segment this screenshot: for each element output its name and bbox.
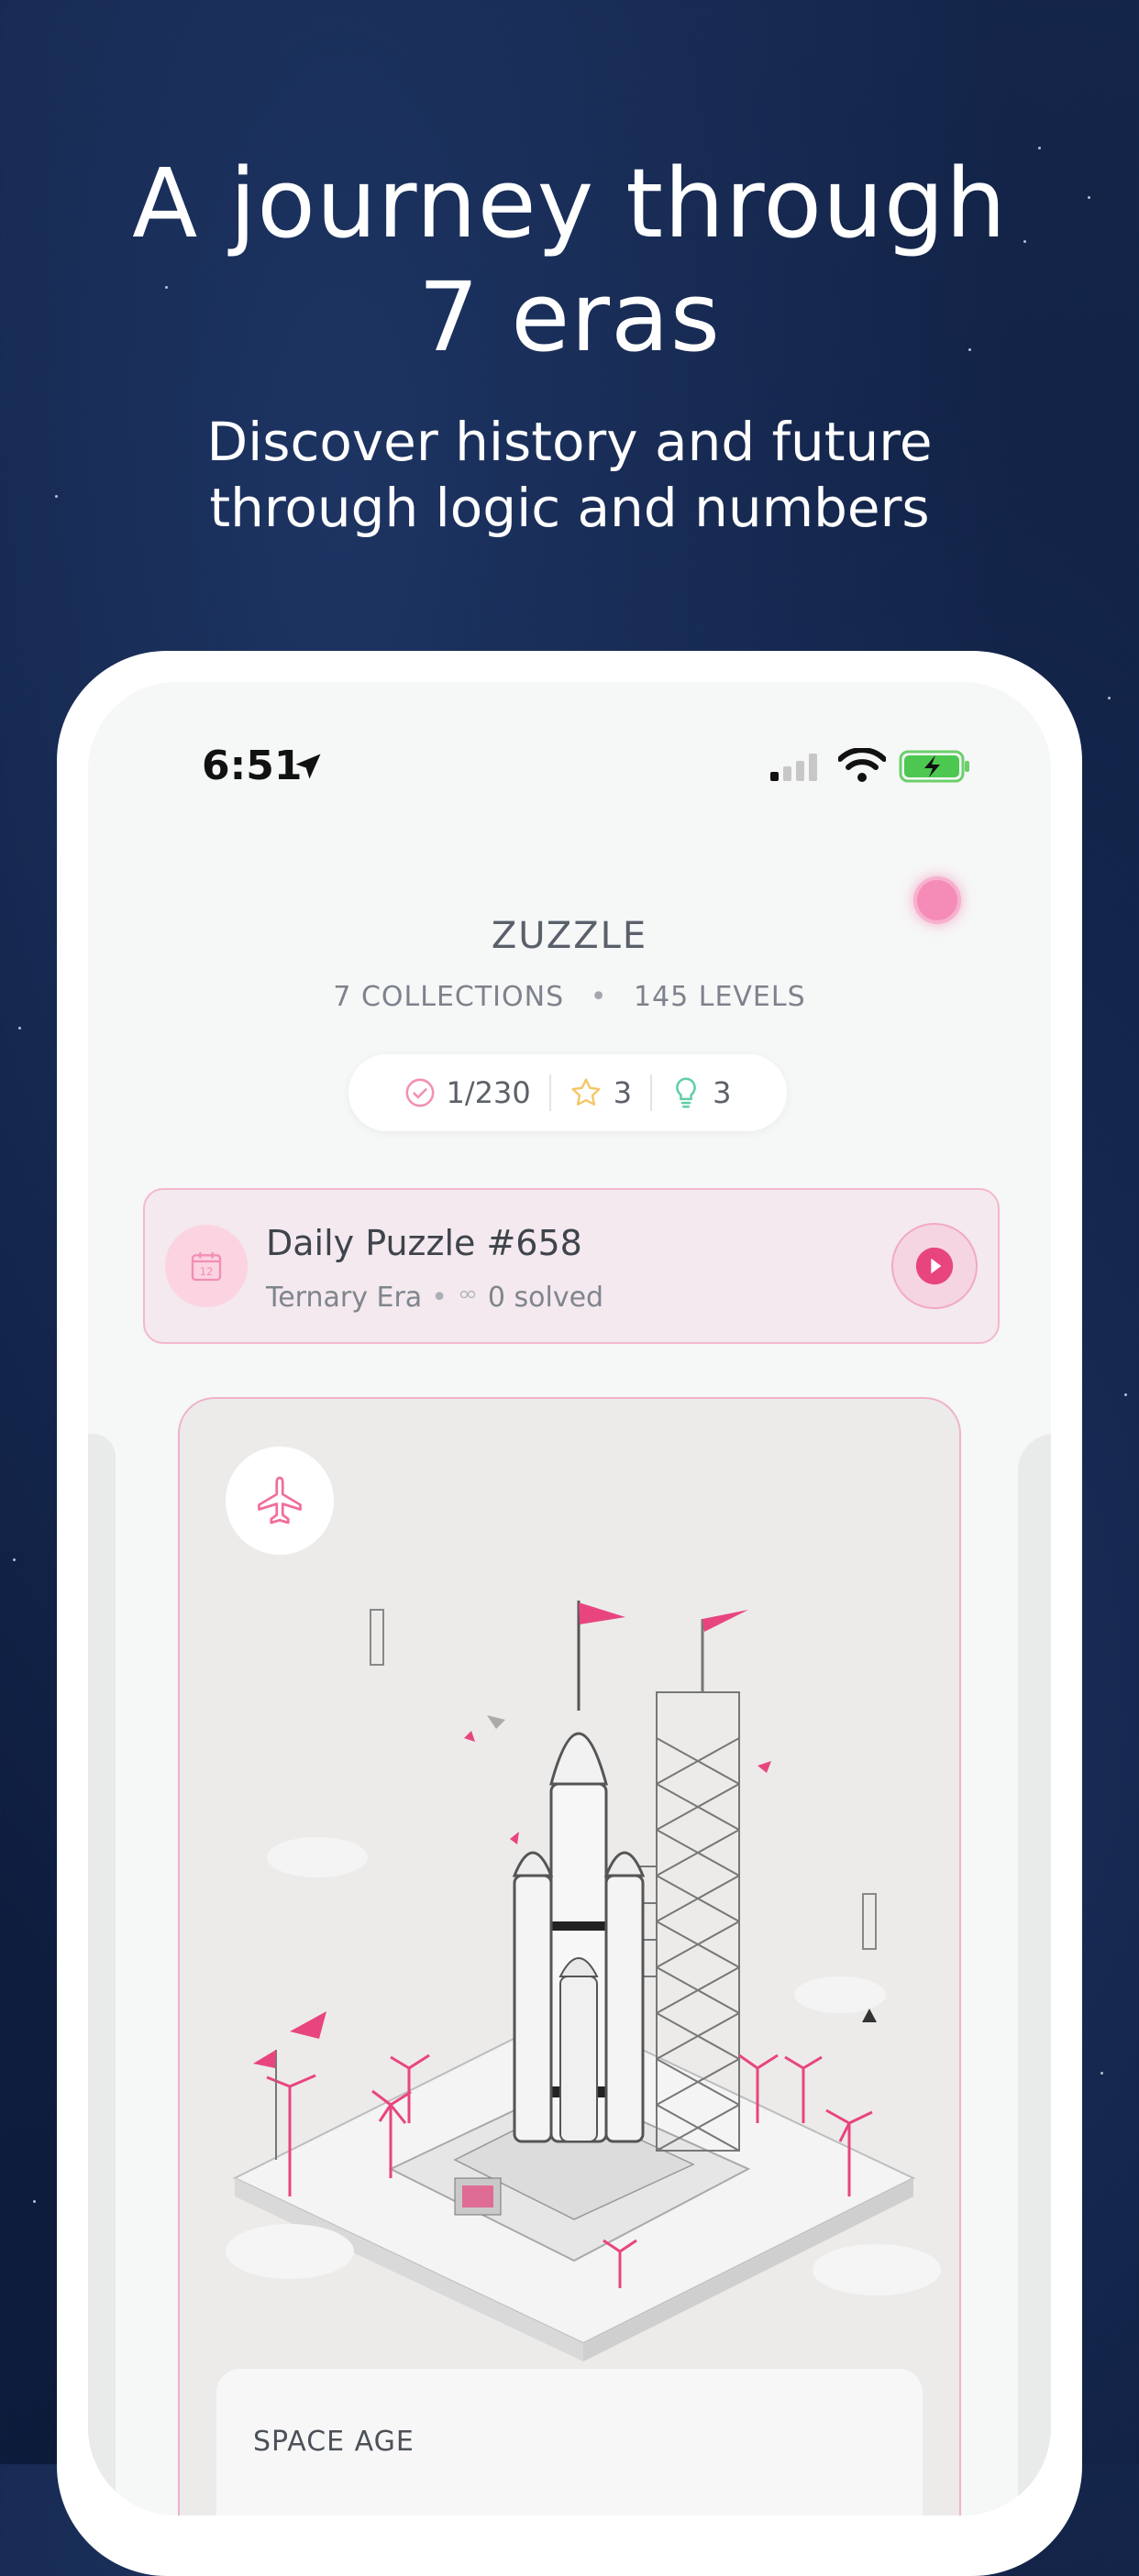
check-circle-icon: [405, 1078, 434, 1107]
collections-count: 7 COLLECTIONS: [333, 981, 565, 1013]
headline: A journey through 7 eras: [0, 147, 1139, 374]
rocket-launch-illustration: [226, 1601, 941, 2361]
cellular-signal-icon: [770, 754, 817, 781]
daily-puzzle-subtitle: Ternary Era • 0 solved: [266, 1282, 603, 1314]
headline-line-2: 7 eras: [418, 261, 721, 373]
lightbulb-icon: [676, 1077, 696, 1108]
hints-value: 3: [713, 1075, 732, 1110]
era-info-panel: SPACE AGE: [216, 2369, 923, 2515]
headline-line-1: A journey through: [132, 148, 1007, 259]
progress-value: 1/230: [446, 1075, 531, 1110]
hints-stat: 3: [652, 1075, 749, 1110]
daily-puzzle-era: Ternary Era: [266, 1282, 423, 1314]
subheadline-line-2: through logic and numbers: [209, 477, 930, 539]
levels-count: 145 LEVELS: [633, 981, 806, 1013]
subheadline-line-1: Discover history and future: [206, 411, 933, 473]
stars-value: 3: [613, 1075, 633, 1110]
calendar-day: 12: [200, 1265, 214, 1278]
app-meta: 7 COLLECTIONS • 145 LEVELS: [88, 981, 1051, 1013]
stars-stat: 3: [551, 1075, 650, 1110]
app-title: ZUZZLE: [491, 915, 648, 957]
era-card-space-age[interactable]: SPACE AGE: [178, 1397, 961, 2515]
star-icon: [571, 1078, 601, 1106]
next-era-card[interactable]: [1018, 1434, 1051, 2515]
play-button[interactable]: [891, 1223, 978, 1309]
meta-separator: •: [590, 981, 608, 1013]
wifi-icon: [838, 748, 886, 782]
calendar-icon: 12: [165, 1225, 248, 1307]
previous-era-card[interactable]: [88, 1434, 116, 2515]
subheadline: Discover history and future through logi…: [0, 409, 1139, 541]
stats-pill: 1/230 3 3: [348, 1054, 787, 1131]
battery-charging-icon: [899, 750, 969, 783]
daily-puzzle-card[interactable]: 12 Daily Puzzle #658 Ternary Era • 0 sol…: [143, 1188, 1000, 1344]
daily-puzzle-solved: 0 solved: [487, 1282, 604, 1314]
subtitle-separator: •: [431, 1282, 448, 1314]
phone-screen: 6:51 ZUZZLE 7 COLLECTIONS • 145 LEVELS 1…: [88, 682, 1051, 2515]
users-icon: [459, 1290, 476, 1298]
play-icon: [915, 1247, 954, 1285]
location-arrow-icon: [295, 754, 321, 779]
daily-puzzle-title: Daily Puzzle #658: [266, 1223, 582, 1263]
status-time: 6:51: [202, 743, 303, 789]
progress-stat: 1/230: [386, 1075, 549, 1110]
era-title: SPACE AGE: [253, 2426, 415, 2458]
